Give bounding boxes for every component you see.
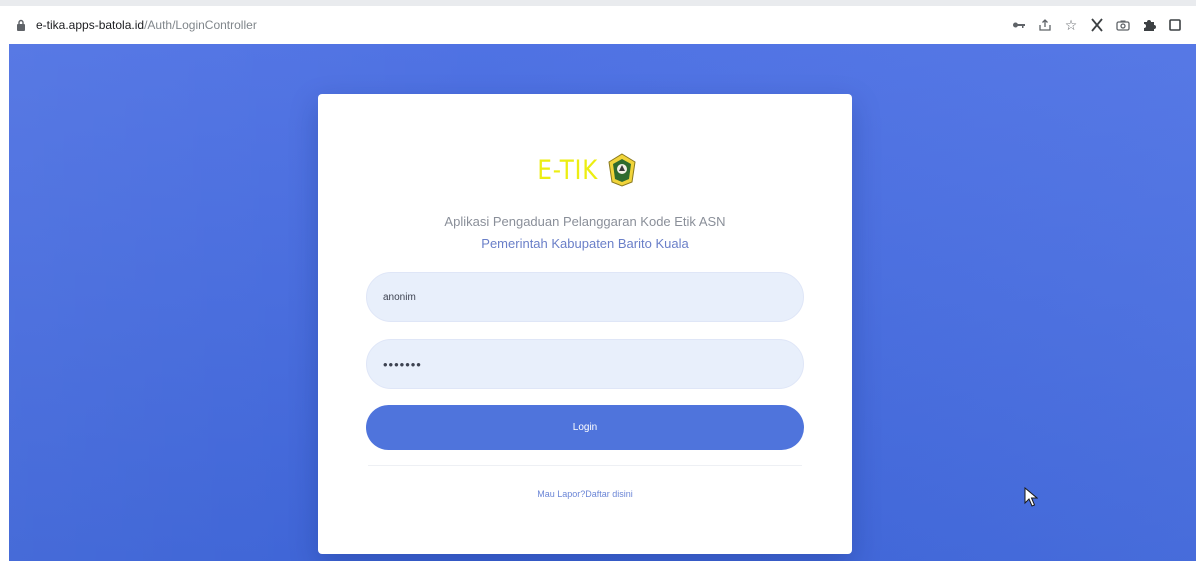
login-card: E-TIK Aplikasi Pengaduan Pelanggaran Kod… [318, 94, 852, 554]
password-field[interactable] [366, 339, 804, 389]
url-host: e-tika.apps-batola.id [36, 18, 145, 32]
mouse-cursor-icon [1024, 487, 1038, 507]
key-icon[interactable] [1006, 12, 1032, 38]
login-button[interactable]: Login [366, 405, 804, 450]
camera-icon[interactable] [1110, 12, 1136, 38]
star-icon[interactable]: ☆ [1058, 12, 1084, 38]
share-icon[interactable] [1032, 12, 1058, 38]
window-icon[interactable] [1162, 12, 1188, 38]
username-field[interactable] [366, 272, 804, 322]
browser-address-bar: e-tika.apps-batola.id /Auth/LoginControl… [0, 0, 1196, 44]
app-subtitle: Aplikasi Pengaduan Pelanggaran Kode Etik… [444, 214, 726, 229]
url-path: /Auth/LoginController [144, 18, 257, 32]
lock-icon[interactable] [14, 18, 28, 32]
x-icon[interactable] [1084, 12, 1110, 38]
browser-toolbar-icons: ☆ [1006, 6, 1188, 44]
url-field[interactable]: e-tika.apps-batola.id /Auth/LoginControl… [0, 6, 257, 44]
divider [368, 465, 802, 466]
register-link[interactable]: Mau Lapor?Daftar disini [318, 489, 852, 499]
app-logo: E-TIK [318, 152, 852, 188]
logo-text: E-TIK [537, 154, 599, 186]
organization-name: Pemerintah Kabupaten Barito Kuala [481, 236, 689, 251]
puzzle-icon[interactable] [1136, 12, 1162, 38]
regency-seal-icon [608, 153, 636, 187]
